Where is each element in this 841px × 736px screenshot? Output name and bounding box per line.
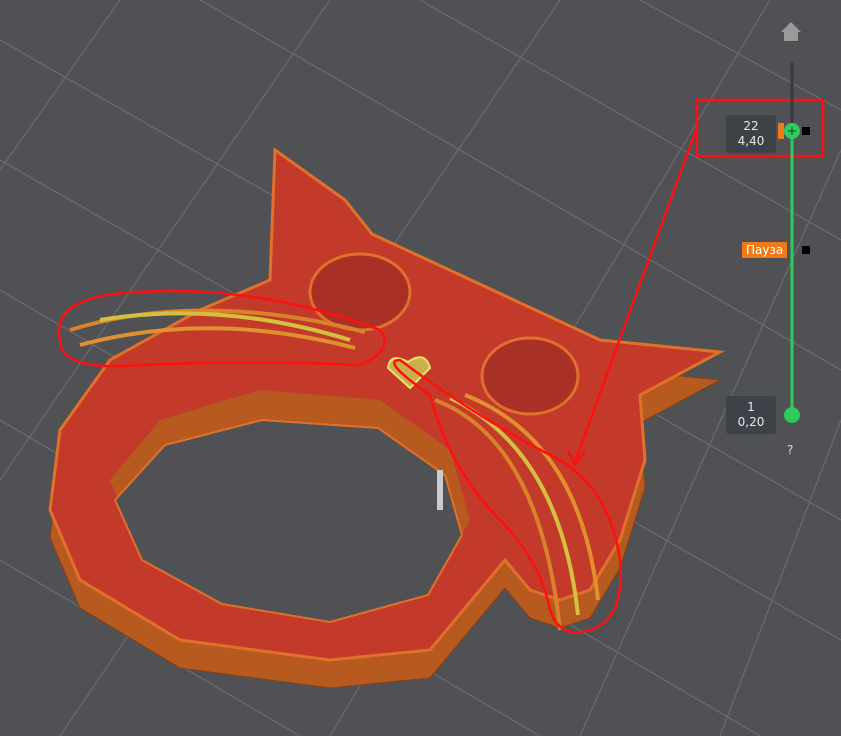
upper-layer-number: 22	[743, 119, 759, 133]
home-icon[interactable]	[781, 22, 801, 41]
3d-preview-canvas[interactable]	[0, 0, 841, 736]
upper-layer-height: 4,40	[737, 134, 765, 148]
eye-hole-left	[308, 252, 412, 332]
pause-tick-marker[interactable]	[802, 246, 810, 254]
lower-thumb[interactable]	[784, 407, 800, 423]
pause-tick-label[interactable]: Пауза	[742, 242, 788, 258]
wipe-tower	[437, 470, 443, 510]
lower-layer-label: 1 0,20	[726, 396, 776, 434]
upper-layer-label: 22 4,40	[726, 115, 776, 153]
current-layer-marker	[778, 123, 784, 139]
add-color-change-upper[interactable]	[802, 127, 810, 135]
model-cat-keychain[interactable]	[48, 147, 726, 689]
eye-hole-right	[480, 336, 580, 416]
lower-layer-number: 1	[747, 400, 755, 414]
help-button[interactable]: ?	[787, 443, 793, 457]
lower-layer-height: 0,20	[737, 415, 765, 429]
